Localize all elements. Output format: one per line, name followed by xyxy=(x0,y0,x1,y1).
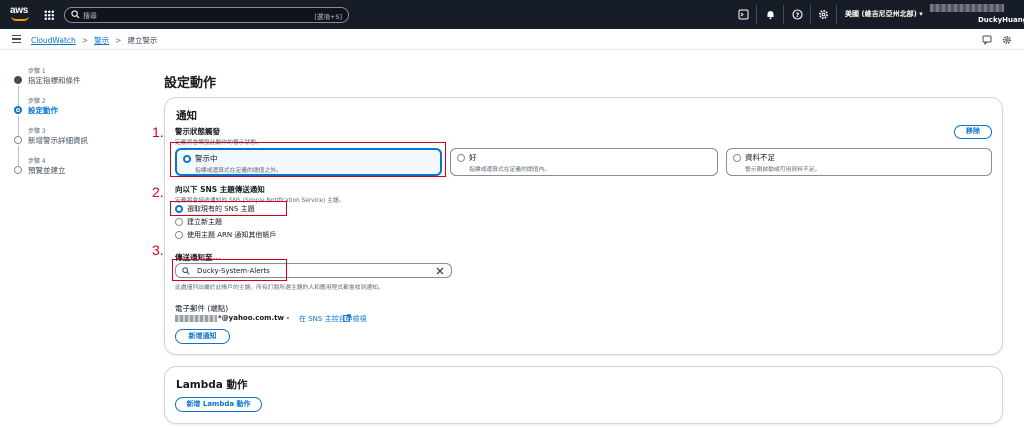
nav-divider xyxy=(810,5,811,24)
option-label: 使用主題 ARN 通知其他帳戶 xyxy=(187,231,277,239)
wizard-step-1[interactable]: 步驟 1 指定指標和條件 xyxy=(12,66,152,106)
lambda-panel: Lambda 動作 新增 Lambda 動作 xyxy=(164,366,1003,424)
annotation-2: 2. xyxy=(152,184,164,200)
annotation-box-1 xyxy=(170,142,446,177)
settings-icon[interactable] xyxy=(1002,35,1012,45)
step-title: 指定指標和條件 xyxy=(28,76,81,85)
cloudshell-icon[interactable] xyxy=(738,9,749,20)
breadcrumb-bar: CloudWatch > 警示 > 建立警示 xyxy=(0,29,1024,50)
email-blurred xyxy=(175,315,217,322)
step-label: 步驟 3 xyxy=(28,128,46,135)
annotation-box-3 xyxy=(172,259,287,281)
step-title: 設定動作 xyxy=(28,106,58,115)
step-label: 步驟 4 xyxy=(28,158,46,165)
remove-button[interactable]: 移除 xyxy=(954,125,992,139)
breadcrumb-current: 建立警示 xyxy=(127,36,158,45)
radio xyxy=(175,218,183,226)
top-navigation: aws 搜尋 [選項+S] ? 美國 (維吉尼亞州北部) ▾ DuckyHuan… xyxy=(0,0,1024,29)
annotation-3: 3. xyxy=(152,242,164,258)
svg-text:?: ? xyxy=(796,11,800,19)
alarm-state-trigger-label: 警示狀態觸發 xyxy=(175,127,220,136)
page-title: 設定動作 xyxy=(164,76,217,91)
account-id-blurred xyxy=(930,4,1004,12)
breadcrumb-alarms[interactable]: 警示 xyxy=(94,36,109,45)
radio xyxy=(457,154,465,162)
wizard-step-2[interactable]: 步驟 2 設定動作 xyxy=(12,96,152,136)
step-indicator xyxy=(14,106,22,114)
services-grid-icon[interactable] xyxy=(44,10,54,20)
step-indicator xyxy=(14,76,22,84)
add-lambda-button[interactable]: 新增 Lambda 動作 xyxy=(175,397,262,412)
gear-icon[interactable] xyxy=(818,9,829,20)
region-selector[interactable]: 美國 (維吉尼亞州北部) ▾ xyxy=(845,9,923,19)
step-title: 預覽並建立 xyxy=(28,166,66,175)
lambda-header: Lambda 動作 xyxy=(176,379,248,391)
breadcrumb-cloudwatch[interactable]: CloudWatch xyxy=(31,36,76,45)
email-endpoint-label: 電子郵件 (端點) xyxy=(175,304,229,313)
wizard-step-3: 步驟 3 新增警示詳細資訊 xyxy=(12,126,152,166)
search-placeholder: 搜尋 xyxy=(83,12,97,20)
external-link-icon[interactable] xyxy=(343,314,351,322)
nav-divider xyxy=(756,5,757,24)
feedback-icon[interactable] xyxy=(982,35,992,45)
wizard-steps: 步驟 1 指定指標和條件 步驟 2 設定動作 步驟 3 新增警示詳細資訊 步驟 … xyxy=(12,66,152,186)
radio xyxy=(733,154,741,162)
state-title: 資料不足 xyxy=(745,153,775,162)
state-desc: 指標或運算式在定義的閾值內。 xyxy=(469,167,551,173)
nav-divider xyxy=(836,5,837,24)
radio xyxy=(175,231,183,239)
state-desc: 警示剛啟動或可用資料不足。 xyxy=(745,167,821,173)
topic-desc: 此處僅列出屬於此帳戶的主題。所有訂閱所選主題的人和應用程式都會收到通知。 xyxy=(175,285,384,291)
help-icon[interactable]: ? xyxy=(792,9,803,20)
step-indicator xyxy=(14,136,22,144)
search-icon xyxy=(71,10,80,19)
aws-logo[interactable]: aws xyxy=(9,5,35,23)
notification-panel: 通知 警示狀態觸發 定義將會觸發此動作的警示狀態。 移除 警示中 指標或運算式在… xyxy=(164,97,1003,355)
nav-divider xyxy=(783,5,784,24)
step-label: 步驟 1 xyxy=(28,68,46,75)
state-tile-insufficient-data[interactable]: 資料不足 警示剛啟動或可用資料不足。 xyxy=(726,148,992,176)
clear-icon[interactable] xyxy=(436,267,444,275)
step-label: 步驟 2 xyxy=(28,98,46,105)
notification-header: 通知 xyxy=(176,110,197,122)
account-menu[interactable]: DuckyHuang xyxy=(978,16,1024,24)
add-notification-button[interactable]: 新增通知 xyxy=(175,329,230,344)
wizard-step-4: 步驟 4 預覽並建立 xyxy=(12,156,152,186)
search-shortcut: [選項+S] xyxy=(314,13,342,21)
state-title: 好 xyxy=(469,153,477,162)
sns-topic-label: 向以下 SNS 主題傳送通知 xyxy=(175,185,265,194)
annotation-1: 1. xyxy=(152,124,164,140)
annotation-box-2 xyxy=(170,201,287,216)
state-tile-ok[interactable]: 好 指標或運算式在定義的閾值內。 xyxy=(450,148,718,176)
chevron-right-icon: > xyxy=(81,36,89,45)
breadcrumb: CloudWatch > 警示 > 建立警示 xyxy=(31,35,157,46)
step-indicator xyxy=(14,166,22,174)
bell-icon[interactable] xyxy=(765,9,776,20)
search-input[interactable]: 搜尋 [選項+S] xyxy=(64,7,349,23)
step-title: 新增警示詳細資訊 xyxy=(28,136,88,145)
option-label: 建立新主題 xyxy=(187,218,222,226)
chevron-right-icon: > xyxy=(115,36,122,45)
email-value: *@yahoo.com.tw - xyxy=(218,314,290,322)
view-in-sns-link[interactable]: 在 SNS 主控台中檢視 xyxy=(299,314,367,324)
menu-icon[interactable] xyxy=(12,35,21,43)
